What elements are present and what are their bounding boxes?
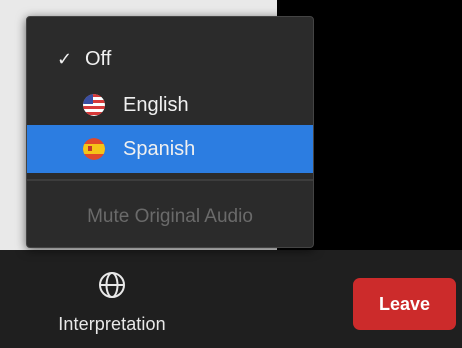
interpretation-button[interactable]: Interpretation xyxy=(42,270,182,335)
menu-divider xyxy=(27,179,313,181)
menu-item-english-label: English xyxy=(123,93,189,116)
leave-button[interactable]: Leave xyxy=(353,278,456,330)
spain-flag-icon xyxy=(83,138,105,160)
menu-item-spanish[interactable]: Spanish xyxy=(27,125,313,173)
interpretation-menu: ✓ Off English Spanish Mute Original Audi… xyxy=(26,16,314,248)
meeting-window: Interpretation Leave ✓ Off English Spani… xyxy=(0,0,462,348)
menu-item-off-label: Off xyxy=(85,47,112,70)
menu-item-off[interactable]: ✓ Off xyxy=(27,37,313,81)
us-flag-icon xyxy=(83,94,105,116)
menu-item-spanish-label: Spanish xyxy=(123,137,196,160)
mute-original-audio-item: Mute Original Audio xyxy=(87,206,253,227)
menu-item-english[interactable]: English xyxy=(27,83,313,127)
checkmark-icon: ✓ xyxy=(57,48,73,69)
globe-icon xyxy=(99,272,125,298)
interpretation-label: Interpretation xyxy=(58,314,166,334)
